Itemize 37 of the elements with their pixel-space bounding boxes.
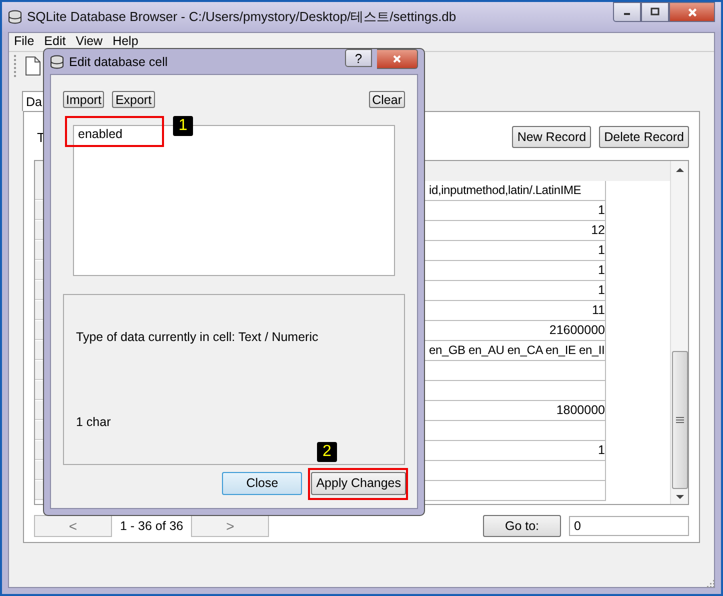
maximize-button[interactable] [641, 2, 669, 22]
scrollbar[interactable] [670, 161, 688, 504]
close-button[interactable] [669, 2, 715, 22]
scroll-down-icon[interactable] [676, 495, 684, 500]
record-button[interactable]: Delete Record [599, 126, 689, 148]
close-button[interactable] [377, 49, 418, 69]
resize-grip-icon[interactable] [705, 578, 715, 588]
help-button[interactable]: ? [345, 49, 372, 67]
dialog-button[interactable]: Apply Changes [311, 472, 406, 494]
maximize-icon [650, 7, 660, 17]
window-title: SQLite Database Browser - C:/Users/pmystory/Desktop/테스트/settings.db [27, 8, 456, 26]
record-range: 1 - 36 of 36 [120, 519, 184, 533]
database-icon [50, 54, 64, 68]
database-icon [8, 10, 22, 24]
previous-button[interactable]: < [34, 515, 112, 537]
menu-item[interactable]: Edit [44, 34, 66, 51]
close-icon [686, 6, 698, 18]
go-to-field[interactable]: 0 [569, 516, 689, 536]
new-file-icon[interactable] [25, 56, 41, 76]
grip-icon [676, 417, 684, 423]
menu-item[interactable]: Help [112, 34, 138, 51]
next-button[interactable]: > [191, 515, 270, 537]
minimize-button[interactable] [613, 2, 641, 22]
dialog-title: Edit database cell [69, 54, 168, 68]
dialog-button[interactable]: Close [222, 472, 302, 494]
tool-button[interactable]: Export [112, 91, 155, 108]
record-button[interactable]: New Record [512, 126, 592, 148]
menu-item[interactable]: File [14, 34, 34, 51]
menu-item[interactable]: View [76, 34, 103, 51]
scroll-up-icon[interactable] [676, 167, 684, 172]
tool-button[interactable]: Import [63, 91, 104, 108]
scrollbar-thumb[interactable] [672, 351, 688, 489]
go-to-button[interactable]: Go to: [483, 515, 561, 537]
callout-number: 1 [173, 116, 193, 136]
tool-button[interactable]: Clear [369, 91, 405, 108]
close-icon [392, 54, 402, 64]
callout-number: 2 [317, 442, 337, 462]
